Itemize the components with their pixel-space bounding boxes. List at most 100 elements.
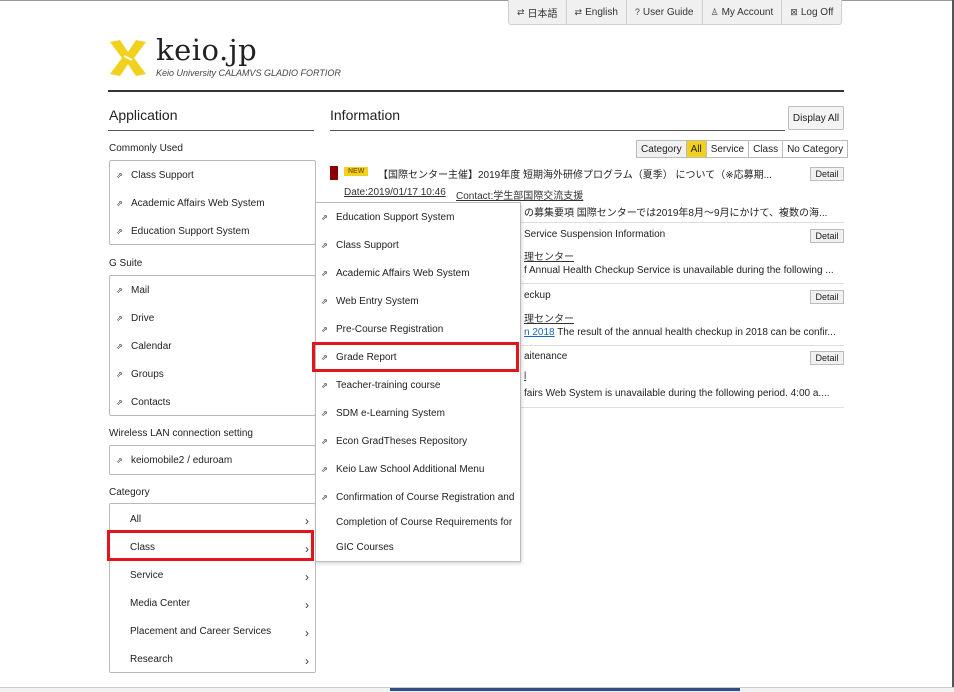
submenu-gic-courses-line3[interactable]: GIC Courses [316, 535, 520, 559]
news-contact[interactable]: 理センター [524, 310, 574, 325]
external-link-icon: ⇗ [116, 341, 123, 351]
user-icon: ♙ [710, 6, 719, 17]
filter-category-label: Category [637, 141, 687, 157]
filter-no-category[interactable]: No Category [783, 141, 848, 157]
class-submenu-dropdown: ⇗ Education Support System ⇗ Class Support… [315, 202, 521, 562]
news-body: f Annual Health Checkup Service is unava… [524, 265, 834, 276]
user-guide-button[interactable]: ? User Guide [627, 0, 703, 24]
detail-button[interactable]: Detail [810, 290, 844, 304]
filter-class[interactable]: Class [749, 141, 784, 157]
gsuite-link-mail[interactable]: ⇗ Mail [110, 276, 315, 304]
news-contact[interactable]: Contact:学生部国際交流支援 [456, 187, 583, 202]
external-link-icon: ⇗ [321, 268, 328, 278]
submenu-law-school[interactable]: ⇗ Keio Law School Additional Menu [316, 455, 520, 483]
swap-icon: ⇄ [517, 6, 525, 17]
category-filter: Category All Service Class No Category [636, 140, 849, 158]
gsuite-link-contacts[interactable]: ⇗ Contacts [110, 388, 315, 416]
app-link-academic-affairs[interactable]: ⇗ Academic Affairs Web System [110, 189, 315, 217]
my-account-button[interactable]: ♙ My Account [703, 0, 783, 24]
news-title[interactable]: 【国際センター主催】2019年度 短期海外研修プログラム（夏季） について（※応… [378, 166, 802, 181]
external-link-icon: ⇗ [321, 212, 328, 222]
gsuite-link-calendar[interactable]: ⇗ Calendar [110, 332, 315, 360]
external-link-icon: ⇗ [116, 455, 123, 465]
external-link-icon: ⇗ [321, 408, 328, 418]
external-link-icon: ⇗ [116, 313, 123, 323]
logout-icon: ⊠ [790, 6, 798, 17]
category-list: All › Class › Service › Media Center › Place… [109, 503, 316, 673]
top-navigation: ⇄ 日本語 ⇄ English ? User Guide ♙ My Account ⊠ L… [508, 0, 843, 25]
chevron-right-icon: › [305, 654, 309, 668]
external-link-icon: ⇗ [321, 464, 328, 474]
external-link-icon: ⇗ [321, 380, 328, 390]
news-title[interactable]: Service Suspension Information [524, 229, 665, 240]
news-title[interactable]: aitenance [524, 351, 567, 362]
external-link-icon: ⇗ [116, 170, 123, 180]
news-title[interactable]: eckup [524, 290, 551, 301]
lang-english-button[interactable]: ⇄ English [567, 0, 627, 24]
external-link-icon: ⇗ [321, 240, 328, 250]
wireless-list: ⇗ keiomobile2 / eduroam [109, 445, 316, 475]
commonly-used-list: ⇗ Class Support ⇗ Academic Affairs Web Sys… [109, 160, 316, 245]
submenu-pre-course-registration[interactable]: ⇗ Pre-Course Registration [316, 315, 520, 343]
app-link-education-support[interactable]: ⇗ Education Support System [110, 217, 315, 245]
filter-all[interactable]: All [686, 141, 707, 157]
news-link[interactable]: n 2018 [524, 327, 555, 338]
brand-name[interactable]: keio.jp [156, 33, 257, 67]
external-link-icon: ⇗ [116, 198, 123, 208]
submenu-gic-courses[interactable]: ⇗ Confirmation of Course Registration and [316, 483, 520, 511]
external-link-icon: ⇗ [116, 369, 123, 379]
wireless-label: Wireless LAN connection setting [109, 428, 253, 439]
external-link-icon: ⇗ [321, 436, 328, 446]
highlight-grade-report [312, 342, 519, 372]
category-label: Category [109, 487, 150, 498]
category-all[interactable]: All › [110, 505, 315, 533]
gsuite-link-groups[interactable]: ⇗ Groups [110, 360, 315, 388]
app-link-class-support[interactable]: ⇗ Class Support [110, 161, 315, 189]
category-placement-career[interactable]: Placement and Career Services › [110, 617, 315, 645]
gsuite-link-drive[interactable]: ⇗ Drive [110, 304, 315, 332]
new-badge: NEW [344, 167, 369, 176]
gsuite-list: ⇗ Mail ⇗ Drive ⇗ Calendar ⇗ Groups ⇗ Contacts [109, 275, 316, 416]
submenu-academic-affairs[interactable]: ⇗ Academic Affairs Web System [316, 259, 520, 287]
external-link-icon: ⇗ [116, 397, 123, 407]
commonly-used-label: Commonly Used [109, 143, 183, 154]
log-off-button[interactable]: ⊠ Log Off [782, 0, 841, 24]
category-research[interactable]: Research › [110, 645, 315, 673]
news-contact[interactable]: l [524, 371, 526, 382]
detail-button[interactable]: Detail [810, 351, 844, 365]
information-title-underline [330, 130, 785, 131]
submenu-teacher-training[interactable]: ⇗ Teacher-training course [316, 371, 520, 399]
category-service[interactable]: Service › [110, 561, 315, 589]
gsuite-label: G Suite [109, 258, 143, 269]
submenu-class-support[interactable]: ⇗ Class Support [316, 231, 520, 259]
application-title-underline [108, 130, 314, 131]
header-divider [108, 90, 844, 92]
submenu-sdm-elearning[interactable]: ⇗ SDM e-Learning System [316, 399, 520, 427]
application-title: Application [109, 107, 178, 123]
news-body: の募集要項 国際センターでは2019年8月～9月にかけて、複数の海... [524, 208, 828, 219]
display-all-button[interactable]: Display All [788, 106, 844, 130]
submenu-gic-courses-line2[interactable]: Completion of Course Requirements for [316, 510, 520, 534]
submenu-web-entry[interactable]: ⇗ Web Entry System [316, 287, 520, 315]
filter-service[interactable]: Service [706, 141, 750, 157]
external-link-icon: ⇗ [116, 226, 123, 236]
help-icon: ? [634, 7, 640, 17]
external-link-icon: ⇗ [116, 285, 123, 295]
external-link-icon: ⇗ [321, 492, 328, 502]
detail-button[interactable]: Detail [810, 229, 844, 243]
new-marker [330, 166, 338, 180]
swap-icon: ⇄ [574, 6, 583, 17]
lang-japanese-button[interactable]: ⇄ 日本語 [509, 0, 567, 24]
brand-tagline: Keio University CALAMVS GLADIO FORTIOR [156, 68, 341, 78]
external-link-icon: ⇗ [321, 324, 328, 334]
chevron-right-icon: › [305, 514, 309, 528]
submenu-education-support[interactable]: ⇗ Education Support System [316, 203, 520, 231]
detail-button[interactable]: Detail [810, 167, 844, 181]
wireless-link-keiomobile[interactable]: ⇗ keiomobile2 / eduroam [110, 446, 315, 474]
keio-logo-icon[interactable] [108, 38, 148, 78]
news-contact[interactable]: 理センター [524, 248, 574, 263]
news-date[interactable]: Date:2019/01/17 10:46 [344, 187, 446, 198]
external-link-icon: ⇗ [321, 296, 328, 306]
category-media-center[interactable]: Media Center › [110, 589, 315, 617]
submenu-econ-gradtheses[interactable]: ⇗ Econ GradTheses Repository [316, 427, 520, 455]
